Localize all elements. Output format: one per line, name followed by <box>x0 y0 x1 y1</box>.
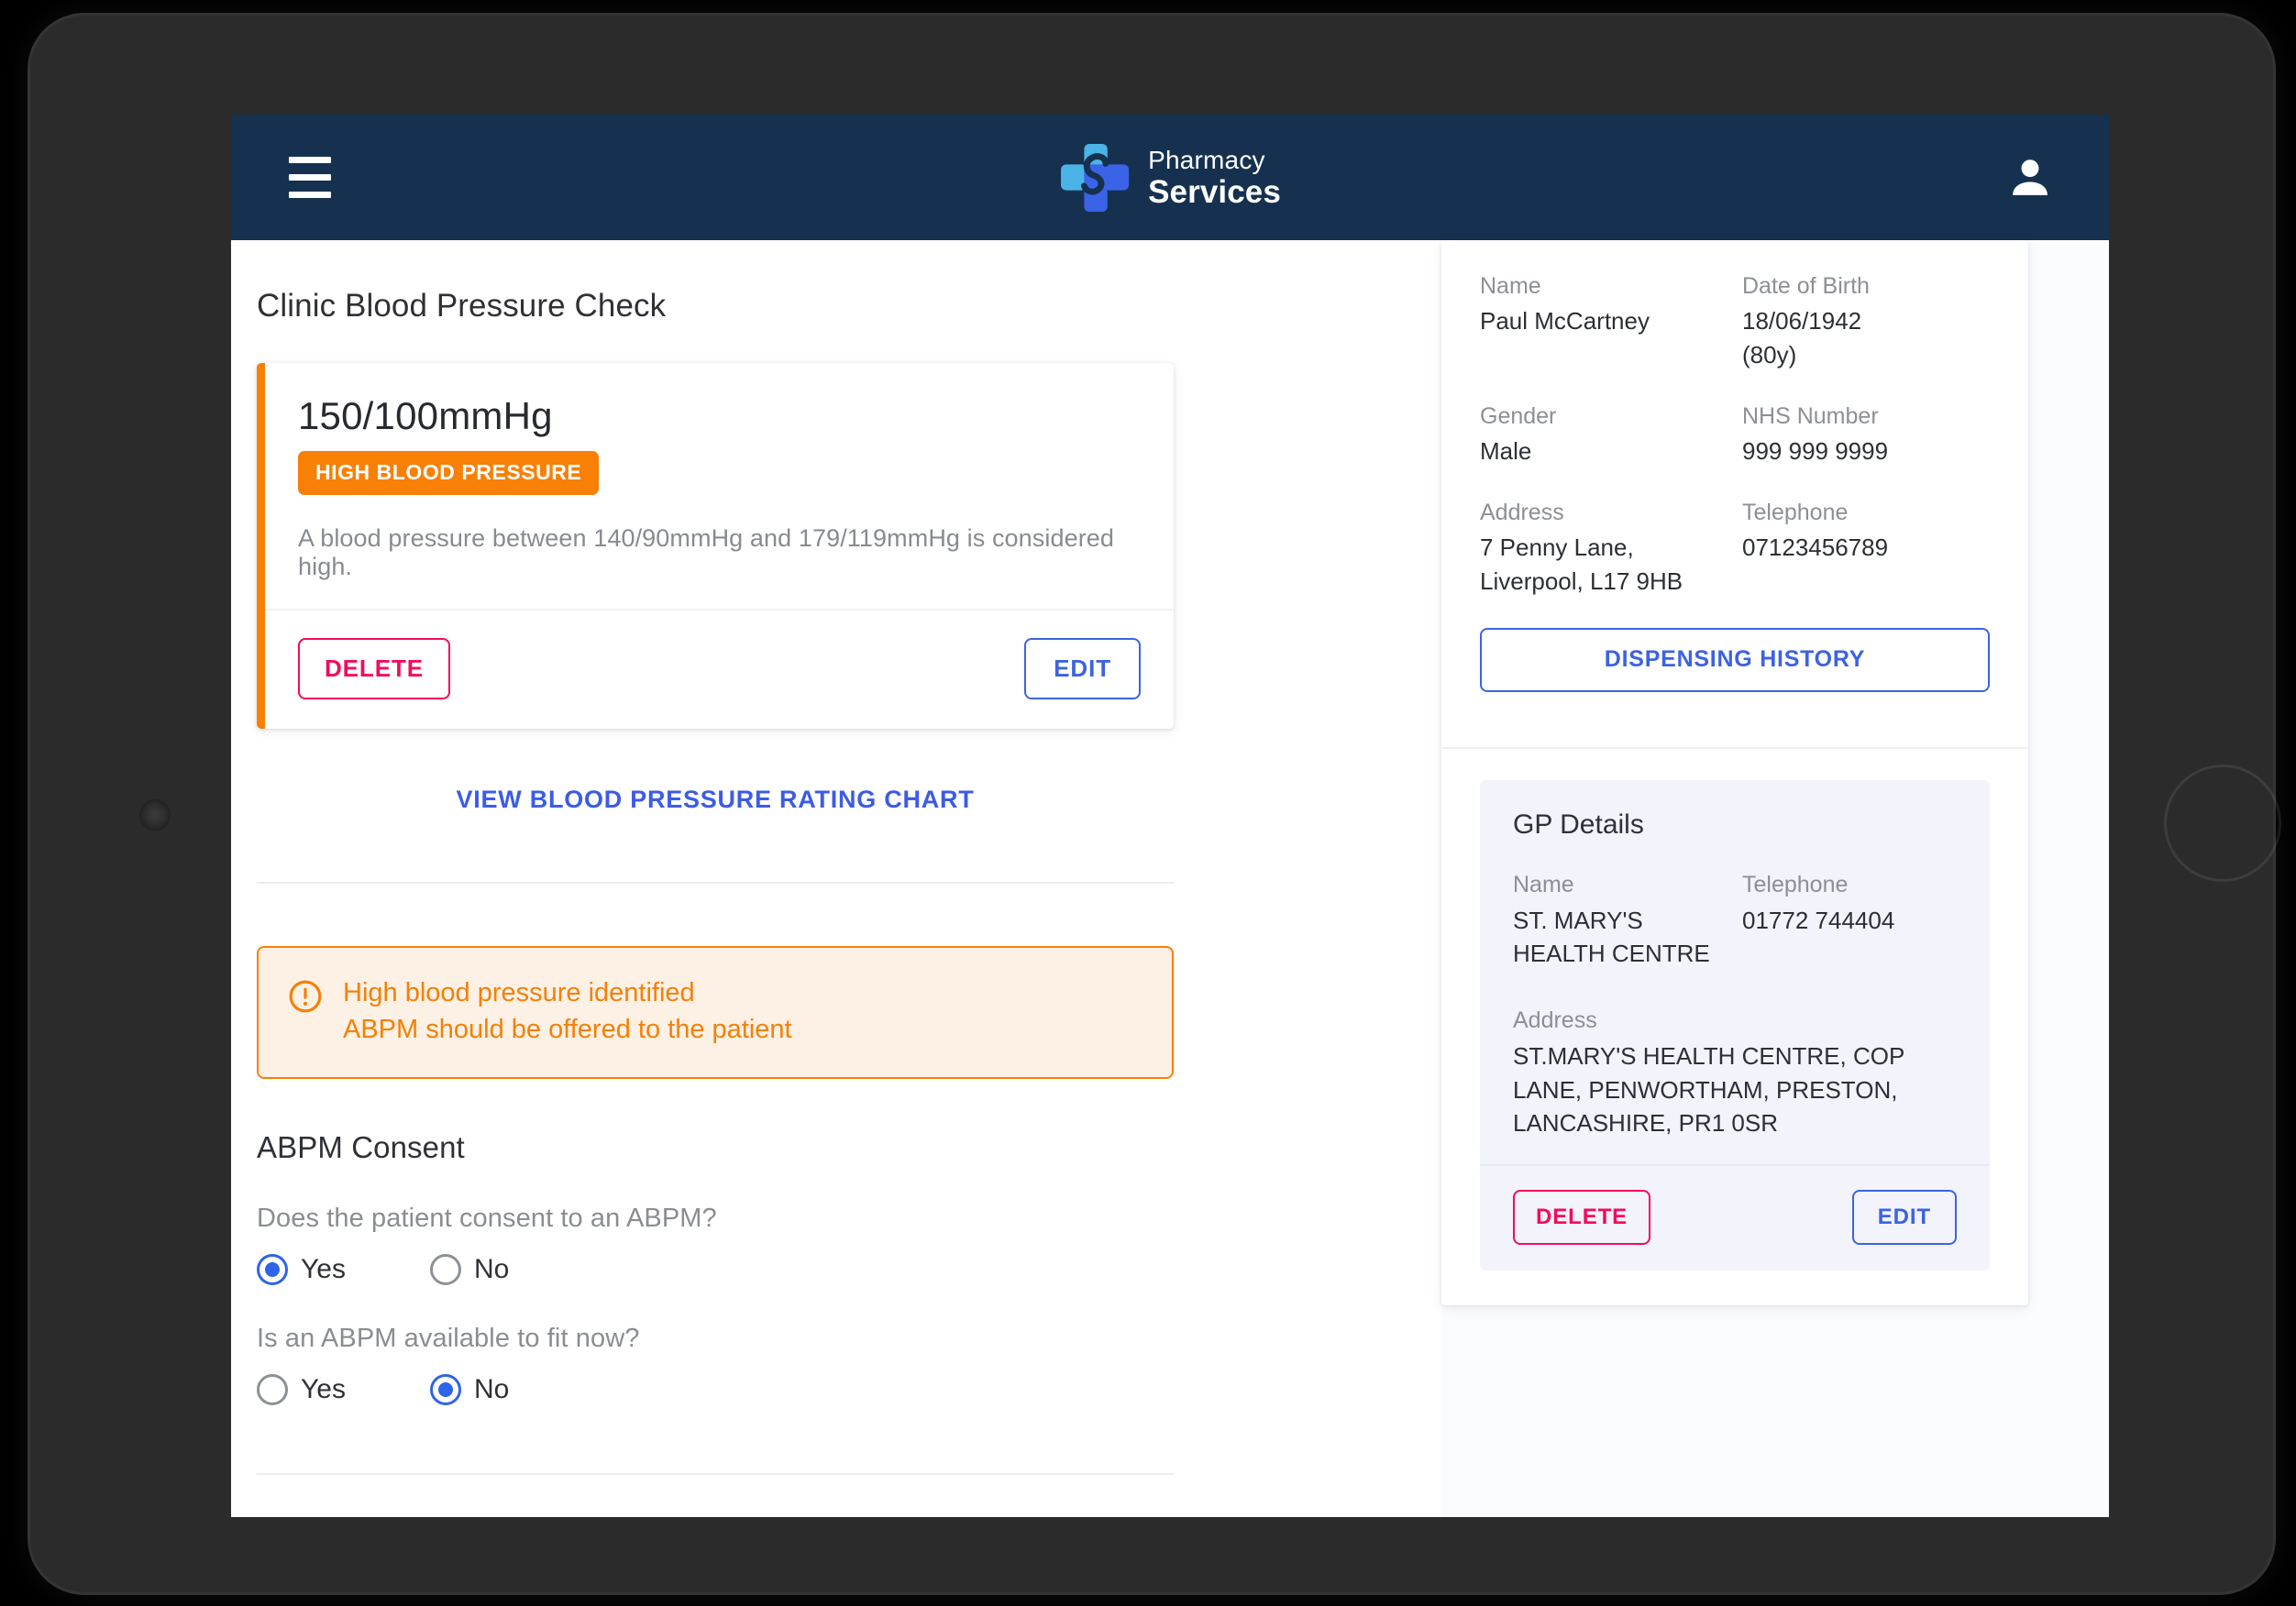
edit-bp-button[interactable]: EDIT <box>1024 638 1141 699</box>
alert-message: High blood pressure identified ABPM shou… <box>343 974 792 1048</box>
patient-field-address: Address 7 Penny Lane, Liverpool, L17 9HB <box>1480 496 1728 626</box>
patient-summary-panel: Name Paul McCartney Date of Birth 18/06/… <box>1441 240 2028 1306</box>
bp-card-actions: DELETE EDIT <box>265 609 1174 729</box>
person-icon[interactable] <box>2003 150 2058 205</box>
alert-line-1: High blood pressure identified <box>343 978 695 1007</box>
gp-detail-grid: Name ST. MARY'S HEALTH CENTRE Telephone … <box>1513 868 1957 998</box>
field-value: 999 999 9999 <box>1742 437 1889 466</box>
field-label: Telephone <box>1742 872 1849 898</box>
front-camera-icon <box>139 799 171 830</box>
person-glyph <box>2013 159 2048 195</box>
pharmacy-cross-logo-icon <box>1061 143 1130 212</box>
abpm-consent-title: ABPM Consent <box>257 1130 465 1165</box>
bp-reading-value: 150/100mmHg <box>298 394 553 437</box>
menu-bar-3 <box>289 192 331 198</box>
brand-logo: Pharmacy Services <box>1059 142 1281 214</box>
hamburger-menu-icon[interactable] <box>275 143 345 213</box>
abpm-consent-question-label: Does the patient consent to an ABPM? <box>257 1204 717 1234</box>
delete-bp-button[interactable]: DELETE <box>298 638 450 699</box>
field-label: Date of Birth <box>1742 273 1870 299</box>
delete-gp-button[interactable]: DELETE <box>1513 1190 1651 1246</box>
panel-divider <box>1441 747 2028 750</box>
radio-mark-unselected-icon <box>429 1254 461 1286</box>
abpm-available-no-label: No <box>473 1374 510 1405</box>
brand-text: Pharmacy Services <box>1148 145 1281 210</box>
gp-details-title: GP Details <box>1513 809 1644 841</box>
patient-field-name: Name Paul McCartney <box>1480 270 1728 400</box>
page-content: Clinic Blood Pressure Check 150/100mmHg … <box>231 240 2109 1517</box>
radio-mark-selected-icon <box>429 1374 461 1406</box>
abpm-available-yes-label: Yes <box>301 1374 346 1405</box>
field-value: 07123456789 <box>1742 534 1889 562</box>
gp-details-card: GP Details Name ST. MARY'S HEALTH CENTRE… <box>1480 780 1990 1271</box>
radio-mark-unselected-icon <box>257 1374 288 1406</box>
gp-card-actions: DELETE EDIT <box>1480 1164 1990 1270</box>
field-label: Gender <box>1480 403 1557 430</box>
status-badge: HIGH BLOOD PRESSURE <box>298 451 600 495</box>
field-value: 7 Penny Lane, Liverpool, L17 9HB <box>1480 534 1683 596</box>
abpm-consent-radio-group: Yes No <box>257 1254 1375 1286</box>
abpm-consent-no-label: No <box>473 1254 510 1285</box>
section-divider-2 <box>257 1473 1174 1476</box>
tablet-screen: Pharmacy Services Clinic Blood Pressure … <box>231 115 2109 1517</box>
dispensing-history-button[interactable]: DISPENSING HISTORY <box>1480 628 1990 693</box>
field-label: NHS Number <box>1742 403 1879 430</box>
field-value: 18/06/1942 (80y) <box>1742 307 1862 369</box>
abpm-available-radio-yes[interactable]: Yes <box>257 1374 346 1406</box>
section-divider-1 <box>257 882 1174 884</box>
abpm-available-question-label: Is an ABPM available to fit now? <box>257 1324 640 1354</box>
alert-circle-exclamation-icon <box>289 980 322 1013</box>
patient-field-nhs-number: NHS Number 999 999 9999 <box>1742 400 1990 496</box>
bp-card-body: 150/100mmHg HIGH BLOOD PRESSURE A blood … <box>265 363 1174 609</box>
gp-field-name: Name ST. MARY'S HEALTH CENTRE <box>1513 868 1728 998</box>
gp-field-telephone: Telephone 01772 744404 <box>1742 868 1957 998</box>
brand-line-1: Pharmacy <box>1148 145 1265 174</box>
abpm-consent-radio-yes[interactable]: Yes <box>257 1254 346 1286</box>
home-button[interactable] <box>2164 764 2281 882</box>
blood-pressure-reading-card: 150/100mmHg HIGH BLOOD PRESSURE A blood … <box>257 363 1174 729</box>
app-header-bar: Pharmacy Services <box>231 115 2109 240</box>
patient-field-telephone: Telephone 07123456789 <box>1742 496 1990 626</box>
clinic-bp-form-column: Clinic Blood Pressure Check 150/100mmHg … <box>231 240 1441 1517</box>
page-title: Clinic Blood Pressure Check <box>257 288 667 324</box>
tablet-device-frame: Pharmacy Services Clinic Blood Pressure … <box>28 13 2281 1595</box>
radio-mark-selected-icon <box>257 1254 288 1286</box>
patient-field-gender: Gender Male <box>1480 400 1728 496</box>
gp-field-address: Address ST.MARY'S HEALTH CENTRE, COP LAN… <box>1513 1004 1957 1140</box>
abpm-consent-yes-label: Yes <box>301 1254 346 1285</box>
abpm-available-radio-group: Yes No <box>257 1374 1375 1406</box>
abpm-consent-radio-no[interactable]: No <box>429 1254 510 1286</box>
field-value: Paul McCartney <box>1480 307 1650 336</box>
field-value: ST. MARY'S HEALTH CENTRE <box>1513 906 1710 968</box>
field-label: Address <box>1513 1007 1597 1034</box>
view-bp-rating-chart-link[interactable]: VIEW BLOOD PRESSURE RATING CHART <box>257 786 1174 814</box>
field-label: Name <box>1513 872 1574 898</box>
field-label: Name <box>1480 273 1541 299</box>
field-value: Male <box>1480 437 1532 466</box>
menu-bar-1 <box>289 157 331 163</box>
patient-detail-grid: Name Paul McCartney Date of Birth 18/06/… <box>1480 270 1990 626</box>
field-label: Address <box>1480 500 1564 526</box>
patient-field-dob: Date of Birth 18/06/1942 (80y) <box>1742 270 1990 400</box>
patient-details-section: Name Paul McCartney Date of Birth 18/06/… <box>1441 240 2028 720</box>
high-bp-alert-banner: High blood pressure identified ABPM shou… <box>257 946 1174 1080</box>
bp-description: A blood pressure between 140/90mmHg and … <box>298 524 1115 580</box>
alert-line-2: ABPM should be offered to the patient <box>343 1015 792 1045</box>
menu-bar-2 <box>289 174 331 181</box>
field-value: ST.MARY'S HEALTH CENTRE, COP LANE, PENWO… <box>1513 1041 1904 1138</box>
field-label: Telephone <box>1742 500 1849 526</box>
field-value: 01772 744404 <box>1742 906 1895 934</box>
brand-line-2: Services <box>1148 173 1281 210</box>
gp-card-body: GP Details Name ST. MARY'S HEALTH CENTRE… <box>1480 780 1990 1164</box>
abpm-available-radio-no[interactable]: No <box>429 1374 510 1406</box>
edit-gp-button[interactable]: EDIT <box>1851 1190 1957 1246</box>
